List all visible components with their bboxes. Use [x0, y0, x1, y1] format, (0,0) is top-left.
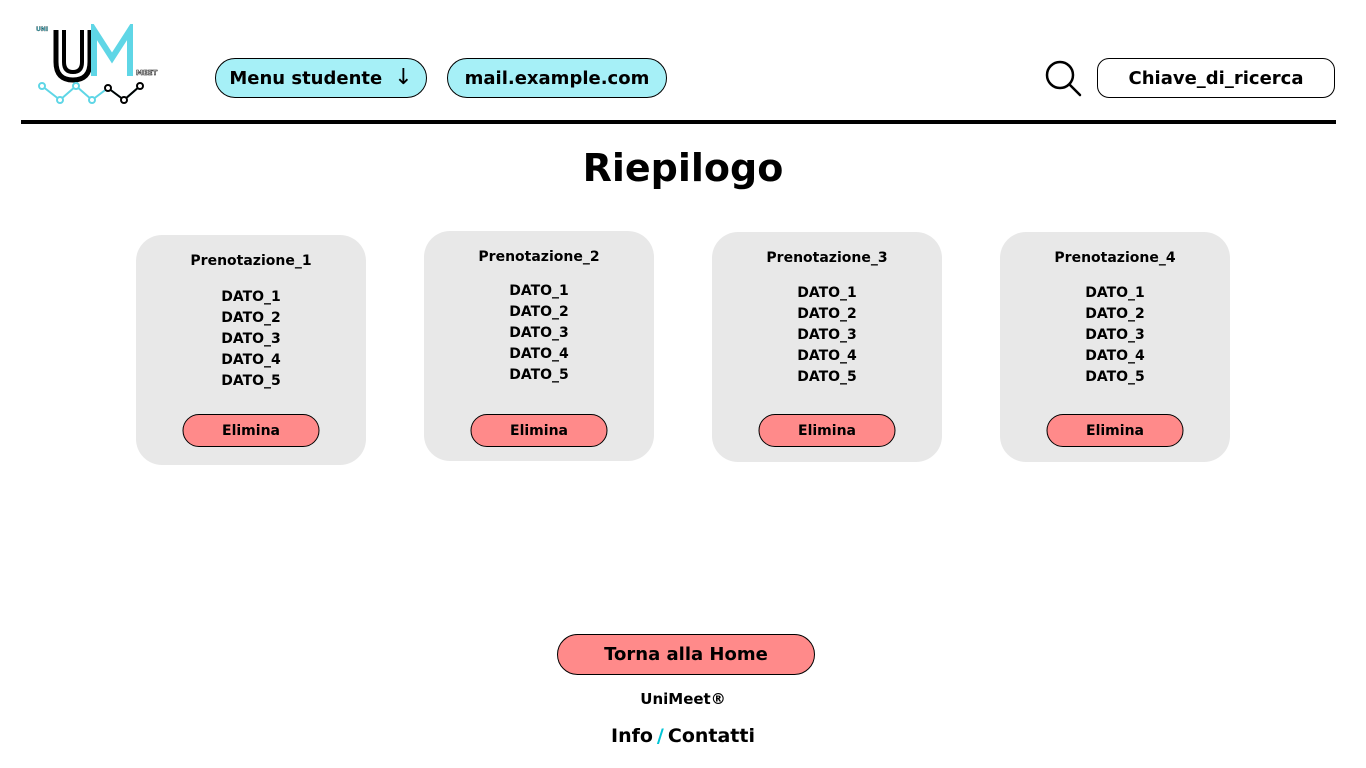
- booking-field: DATO_3: [797, 327, 857, 343]
- info-link[interactable]: Info: [611, 725, 653, 747]
- back-home-button[interactable]: Torna alla Home: [557, 634, 815, 675]
- booking-field: DATO_2: [1085, 306, 1145, 322]
- search-input[interactable]: [1097, 58, 1335, 98]
- footer-links: Info / Contatti: [0, 725, 1366, 747]
- email-label: mail.example.com: [464, 67, 650, 89]
- delete-booking-button[interactable]: Elimina: [758, 414, 896, 447]
- page-title: Riepilogo: [582, 146, 784, 190]
- booking-field: DATO_5: [1085, 369, 1145, 385]
- booking-field: DATO_1: [509, 283, 569, 299]
- booking-card-4: Prenotazione_4 DATO_1 DATO_2 DATO_3 DATO…: [1000, 232, 1230, 462]
- booking-title: Prenotazione_2: [478, 249, 600, 265]
- booking-field: DATO_1: [1085, 285, 1145, 301]
- booking-field: DATO_3: [1085, 327, 1145, 343]
- header-divider: [21, 120, 1336, 124]
- arrow-down-icon: ↓: [394, 65, 413, 90]
- delete-booking-button[interactable]: Elimina: [182, 414, 320, 447]
- booking-field: DATO_1: [221, 289, 281, 305]
- booking-card-1: Prenotazione_1 DATO_1 DATO_2 DATO_3 DATO…: [136, 235, 366, 465]
- booking-field: DATO_4: [221, 352, 281, 368]
- booking-title: Prenotazione_3: [766, 250, 888, 266]
- booking-field: DATO_2: [509, 304, 569, 320]
- booking-field: DATO_2: [797, 306, 857, 322]
- booking-field: DATO_4: [509, 346, 569, 362]
- logo-top-text: UNI: [36, 26, 48, 33]
- booking-card-3: Prenotazione_3 DATO_1 DATO_2 DATO_3 DATO…: [712, 232, 942, 462]
- booking-field: DATO_5: [797, 369, 857, 385]
- booking-card-2: Prenotazione_2 DATO_1 DATO_2 DATO_3 DATO…: [424, 231, 654, 461]
- logo-graphic: UNI MEET: [36, 19, 158, 104]
- student-menu-label: Menu studente: [229, 67, 383, 89]
- booking-title: Prenotazione_4: [1054, 250, 1176, 266]
- search-icon[interactable]: [1043, 58, 1083, 98]
- contacts-link[interactable]: Contatti: [668, 725, 755, 747]
- booking-field: DATO_4: [797, 348, 857, 364]
- unimeet-logo[interactable]: UNI MEET: [34, 19, 174, 110]
- booking-field: DATO_3: [509, 325, 569, 341]
- logo-side-text: MEET: [136, 69, 158, 77]
- delete-booking-button[interactable]: Elimina: [1046, 414, 1184, 447]
- email-button[interactable]: mail.example.com: [447, 58, 667, 98]
- booking-field: DATO_5: [509, 367, 569, 383]
- booking-field: DATO_3: [221, 331, 281, 347]
- student-menu-button[interactable]: Menu studente ↓: [215, 58, 427, 98]
- delete-booking-button[interactable]: Elimina: [470, 414, 608, 447]
- booking-field: DATO_1: [797, 285, 857, 301]
- brand-name: UniMeet®: [640, 690, 726, 708]
- booking-title: Prenotazione_1: [190, 253, 312, 269]
- booking-field: DATO_2: [221, 310, 281, 326]
- booking-field: DATO_5: [221, 373, 281, 389]
- footer-separator: /: [656, 725, 664, 747]
- booking-field: DATO_4: [1085, 348, 1145, 364]
